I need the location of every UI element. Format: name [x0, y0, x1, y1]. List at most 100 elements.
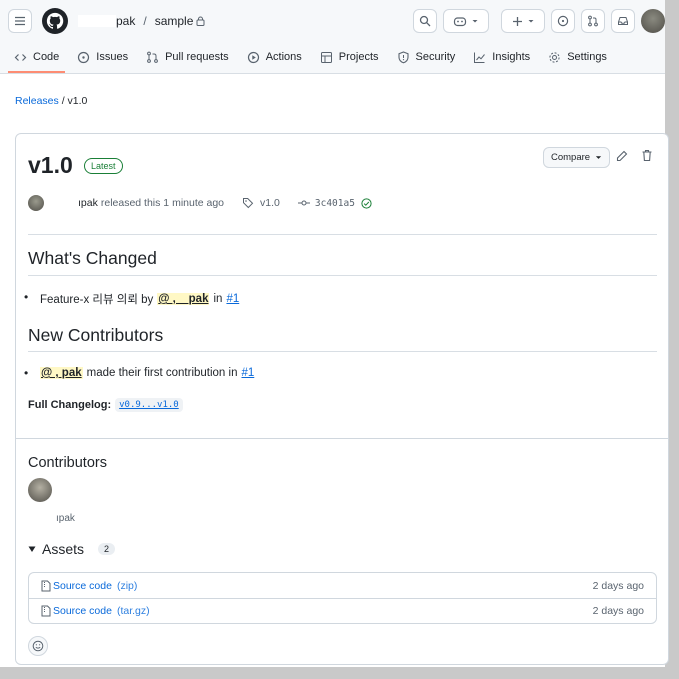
item1-text: Feature-x 리뷰 의뢰 by — [40, 294, 154, 306]
new-contributors-heading: New Contributors — [28, 325, 164, 345]
issue-icon — [78, 51, 90, 63]
tag-icon — [243, 198, 254, 209]
top-bar: pak / sample — [0, 0, 665, 42]
github-logo-icon[interactable] — [42, 8, 68, 34]
repo-breadcrumb: pak / sample — [78, 14, 205, 28]
item2-text: made their first contribution in — [86, 367, 238, 379]
contributor-name: ıpak — [28, 511, 75, 524]
search-button[interactable] — [413, 9, 437, 33]
user-mention[interactable]: @ , _ pak — [157, 293, 210, 305]
list-item: Feature-x 리뷰 의뢰 by @ , _ pak in #1 — [24, 290, 239, 307]
release-title[interactable]: v1.0 — [28, 152, 73, 179]
list-item: Source code (zip) 2 days ago — [29, 573, 656, 598]
breadcrumb-current: v1.0 — [67, 95, 88, 107]
contributor-name-text: ıpak — [56, 513, 75, 524]
asset-date: 2 days ago — [592, 605, 644, 617]
code-icon — [14, 53, 27, 61]
user-mention[interactable]: @ , pak — [40, 367, 83, 379]
inbox-button[interactable] — [611, 9, 635, 33]
create-new-button[interactable] — [501, 9, 545, 33]
copilot-button[interactable] — [443, 9, 489, 33]
asset-link[interactable]: Source code (tar.gz) — [41, 605, 150, 617]
table-icon — [320, 51, 332, 63]
redacted-contributor-block — [28, 511, 56, 521]
tab-settings[interactable]: Settings — [548, 42, 607, 72]
asset-date: 2 days ago — [592, 579, 644, 592]
pr-link[interactable]: #1 — [226, 293, 239, 305]
header-tools — [413, 9, 665, 33]
search-icon — [419, 15, 431, 27]
commit-hash[interactable]: 3c401a5 — [315, 198, 355, 209]
inbox-icon — [618, 17, 628, 25]
issues-button[interactable] — [551, 9, 575, 33]
item1-in: in — [213, 293, 223, 305]
redacted-owner-block — [78, 15, 116, 27]
graph-icon — [474, 52, 486, 63]
breadcrumb: Releases / v1.0 — [15, 95, 87, 107]
release-meta: ıpak released this 1 minute ago v1.0 3c4… — [28, 195, 372, 211]
issue-icon — [557, 15, 569, 27]
compare-button[interactable]: Compare — [543, 147, 611, 168]
latest-badge: Latest — [84, 158, 123, 174]
play-icon — [247, 51, 259, 63]
tab-projects[interactable]: Projects — [320, 42, 379, 72]
author-avatar[interactable] — [28, 195, 44, 211]
check-circle-icon — [361, 197, 372, 209]
redacted-author-block — [44, 198, 74, 208]
pull-request-icon — [147, 51, 158, 63]
asset-ext: (tar.gz) — [116, 605, 150, 617]
pr-link[interactable]: #1 — [241, 367, 254, 379]
contributors-heading: Contributors — [28, 455, 107, 471]
plus-icon — [512, 16, 522, 26]
hamburger-icon — [15, 16, 25, 26]
assets-list: Source code (zip) 2 days ago Source code… — [28, 572, 657, 624]
asset-name: Source code — [53, 605, 112, 617]
repo-link[interactable]: sample — [155, 14, 194, 28]
tab-settings-label: Settings — [567, 51, 607, 63]
tab-pull-requests[interactable]: Pull requests — [146, 42, 229, 72]
asset-name: Source code — [53, 579, 112, 592]
chevron-down-icon — [528, 20, 533, 23]
tab-code-label: Code — [33, 51, 60, 63]
assets-toggle[interactable]: Assets 2 — [28, 541, 116, 557]
tag-name[interactable]: v1.0 — [260, 197, 280, 209]
tab-actions[interactable]: Actions — [247, 42, 302, 72]
contributor-avatar[interactable] — [28, 478, 52, 502]
whats-changed-heading: What's Changed — [28, 248, 157, 268]
tab-issues[interactable]: Issues — [77, 42, 128, 72]
author-name[interactable]: ıpak — [78, 197, 98, 209]
changelog-label: Full Changelog: — [28, 399, 112, 411]
triangle-down-icon — [28, 546, 36, 552]
gear-icon — [549, 51, 560, 63]
assets-heading: Assets — [42, 541, 85, 557]
owner-link[interactable]: pak — [116, 14, 135, 28]
released-text: released this 1 minute ago — [100, 197, 225, 209]
lock-icon — [196, 16, 205, 26]
changelog-link[interactable]: v0.9...v1.0 — [115, 398, 183, 412]
releases-link[interactable]: Releases — [15, 95, 59, 107]
chevron-down-icon — [595, 156, 602, 159]
smiley-icon — [32, 640, 44, 652]
list-item: Source code (tar.gz) 2 days ago — [29, 598, 656, 623]
divider — [28, 275, 657, 276]
tab-actions-label: Actions — [265, 51, 302, 63]
tab-insights[interactable]: Insights — [473, 42, 530, 72]
asset-link[interactable]: Source code (zip) — [41, 580, 137, 592]
full-changelog: Full Changelog: v0.9...v1.0 — [28, 398, 183, 412]
breadcrumb-separator: / — [143, 14, 147, 28]
chevron-down-icon — [472, 20, 478, 23]
tab-security[interactable]: Security — [397, 42, 455, 72]
menu-button[interactable] — [8, 9, 32, 33]
trash-icon[interactable] — [641, 149, 653, 162]
tab-insights-label: Insights — [492, 51, 531, 63]
list-item: @ , pak made their first contribution in… — [24, 366, 254, 380]
user-avatar[interactable] — [641, 9, 665, 33]
repo-tabs: Code Issues Pull requests Actions Projec… — [0, 42, 665, 74]
pencil-icon[interactable] — [616, 150, 628, 162]
tab-code[interactable]: Code — [7, 42, 66, 73]
tab-pull-requests-label: Pull requests — [165, 51, 229, 63]
pull-requests-button[interactable] — [581, 9, 605, 33]
pull-request-icon — [588, 15, 598, 27]
add-reaction-button[interactable] — [28, 636, 48, 656]
divider — [28, 351, 657, 352]
